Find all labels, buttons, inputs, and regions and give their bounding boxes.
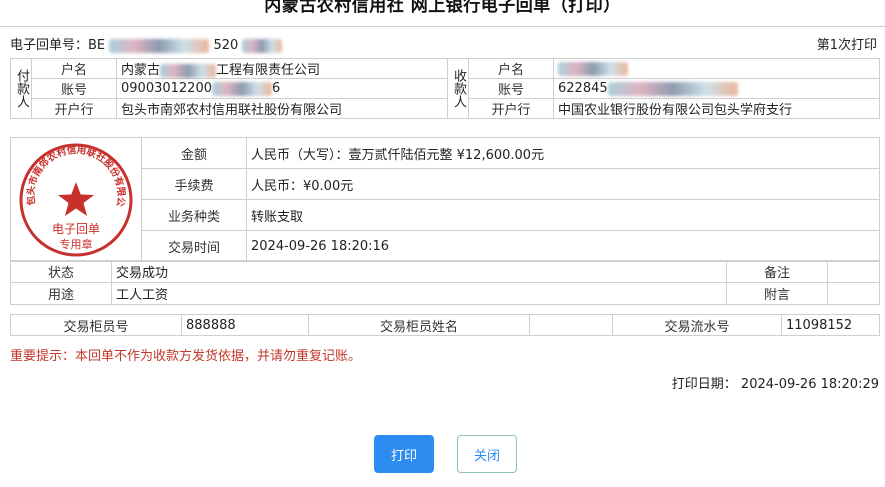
receipt-number-label: 电子回单号： xyxy=(10,38,89,53)
teller-no-label: 交易柜员号 xyxy=(10,314,182,336)
status-label: 状态 xyxy=(10,260,112,283)
seal-line-2: 专用章 xyxy=(60,237,93,251)
transaction-table: 包头市南郊农村信用联社股份有限公司 电子回单 专用章 金额 人民币（大写）：壹万… xyxy=(10,137,880,262)
page-title: 内蒙古农村信用社 网上银行电子回单（打印） xyxy=(264,0,621,16)
redacted-blur xyxy=(558,61,628,76)
redacted-blur xyxy=(160,63,217,78)
teller-table: 交易柜员号 888888 交易柜员姓名 交易流水号 11098152 xyxy=(10,314,880,336)
payer-side-label: 付款人 xyxy=(10,58,32,119)
fee-label: 手续费 xyxy=(141,168,247,200)
payer-name-label: 户名 xyxy=(31,58,117,79)
print-count: 第1次打印 xyxy=(816,38,877,53)
print-date-value: 2024-09-26 18:20:29 xyxy=(740,377,879,392)
important-notice: 重要提示：本回单不作为收款方发货依据，并请勿重复记账。 xyxy=(10,349,362,364)
serial-label: 交易流水号 xyxy=(612,314,782,336)
payee-name xyxy=(553,58,880,79)
payee-side-label: 收款人 xyxy=(447,58,469,119)
print-date: 打印日期： 2024-09-26 18:20:29 xyxy=(672,373,879,392)
payee-account: 622845 xyxy=(553,78,880,99)
redacted-blur xyxy=(109,38,210,53)
postscript-value xyxy=(827,282,880,305)
seal-cell: 包头市南郊农村信用联社股份有限公司 电子回单 专用章 xyxy=(10,137,142,262)
status-value: 交易成功 xyxy=(111,260,727,283)
payee-name-label: 户名 xyxy=(468,58,554,79)
payer-account-label: 账号 xyxy=(31,78,117,99)
payee-bank-label: 开户行 xyxy=(468,98,554,119)
postscript-label: 附言 xyxy=(726,282,828,305)
receipt-number-prefix: BE xyxy=(88,38,106,53)
receipt-number: 电子回单号：BE 520 xyxy=(10,34,283,53)
payee-account-label: 账号 xyxy=(468,78,554,99)
teller-no-value: 888888 xyxy=(181,314,309,336)
amount-value: 人民币（大写）：壹万贰仟陆佰元整 ¥12,600.00元 xyxy=(246,137,880,169)
seal-line-1: 电子回单 xyxy=(52,222,100,236)
payee-bank: 中国农业银行股份有限公司包头学府支行 xyxy=(553,98,880,119)
remark-value xyxy=(827,260,880,283)
payer-bank: 包头市南郊农村信用联社股份有限公司 xyxy=(116,98,448,119)
status-table: 状态 交易成功 备注 用途 工人工资 附言 xyxy=(10,260,880,305)
amount-label: 金额 xyxy=(141,137,247,169)
redacted-blur xyxy=(242,38,283,53)
party-table: 付款人 户名 内蒙古 工程有限责任公司 收款人 户名 账号 09003012200… xyxy=(10,58,880,119)
redacted-blur xyxy=(211,81,272,96)
remark-label: 备注 xyxy=(726,260,828,283)
receipt-number-suffix: 520 xyxy=(213,38,239,53)
business-type-label: 业务种类 xyxy=(141,199,247,231)
redacted-blur xyxy=(607,81,738,96)
purpose-label: 用途 xyxy=(10,282,112,305)
header-divider xyxy=(0,26,885,27)
print-button[interactable]: 打印 xyxy=(374,435,434,473)
payer-account: 09003012200 6 xyxy=(116,78,448,99)
transaction-time-value: 2024-09-26 18:20:16 xyxy=(246,230,880,262)
payer-name: 内蒙古 工程有限责任公司 xyxy=(116,58,448,79)
close-button[interactable]: 关闭 xyxy=(457,435,517,473)
payer-bank-label: 开户行 xyxy=(31,98,117,119)
transaction-time-label: 交易时间 xyxy=(141,230,247,262)
serial-value: 11098152 xyxy=(781,314,880,336)
business-type-value: 转账支取 xyxy=(246,199,880,231)
teller-name-label: 交易柜员姓名 xyxy=(308,314,530,336)
purpose-value: 工人工资 xyxy=(111,282,727,305)
fee-value: 人民币：¥0.00元 xyxy=(246,168,880,200)
seal-stamp: 包头市南郊农村信用联社股份有限公司 电子回单 专用章 xyxy=(16,140,133,256)
print-date-label: 打印日期： xyxy=(671,377,737,392)
seal-star-icon xyxy=(58,181,94,216)
teller-name-value xyxy=(529,314,613,336)
